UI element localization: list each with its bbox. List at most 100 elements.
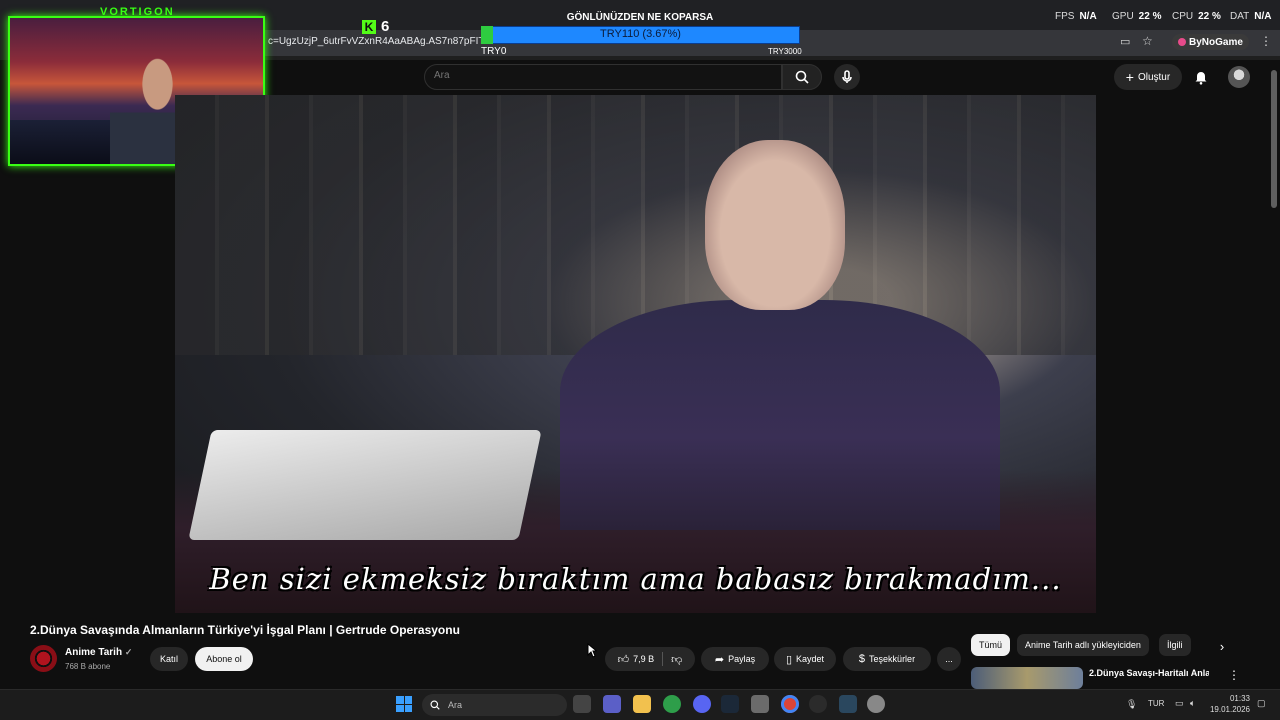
language-indicator[interactable]: TUR: [1148, 699, 1164, 708]
chevron-right-icon[interactable]: ›: [1212, 636, 1232, 656]
video-frame-figure-body: [560, 300, 1000, 530]
notification-center-icon[interactable]: ▢: [1257, 698, 1266, 709]
thumbs-up-icon[interactable]: 👍︎: [618, 653, 630, 666]
url-text[interactable]: c=UgzUzjP_6utrFvVZxnR4AaABAg.AS7n87pFITv…: [268, 36, 483, 47]
subscriber-count: 768 B abone: [65, 662, 111, 671]
browser-menu-icon[interactable]: ⋮: [1260, 34, 1272, 48]
taskbar-search-placeholder: Ara: [448, 700, 463, 710]
more-actions-icon: ...: [945, 654, 953, 664]
video-title: 2.Dünya Savaşında Almanların Türkiye'yi …: [30, 623, 460, 637]
app-icon[interactable]: [751, 695, 769, 713]
chip-all[interactable]: Tümü: [971, 634, 1011, 656]
gpu-stat: GPU 22 %: [1112, 11, 1161, 22]
task-view-icon[interactable]: [573, 695, 591, 713]
chip-related-label: İlgili: [1167, 640, 1183, 650]
thanks-icon: $: [858, 653, 866, 665]
steam-alt-icon[interactable]: [839, 695, 857, 713]
chip-uploader[interactable]: Anime Tarih adlı yükleyiciden: [1017, 634, 1149, 656]
kick-count: 6: [381, 18, 390, 35]
channel-name-text: Anime Tarih: [65, 647, 123, 658]
kick-counter: K 6: [362, 18, 389, 35]
webcam-label: VORTIGON: [100, 6, 175, 18]
thanks-button[interactable]: $ Teşekkürler: [843, 647, 931, 671]
share-button[interactable]: ➦ Paylaş: [701, 647, 769, 671]
like-dislike-group[interactable]: 👍︎ 7,9 B 👎︎: [605, 647, 695, 671]
join-label: Katıl: [159, 654, 178, 664]
search-icon: [795, 70, 809, 84]
taskbar-search[interactable]: Ara: [422, 694, 567, 716]
network-icon[interactable]: ▭: [1175, 698, 1184, 709]
like-divider: [662, 652, 664, 666]
fps-label: FPS: [1055, 11, 1075, 22]
teams-icon[interactable]: [603, 695, 621, 713]
recommended-thumbnail[interactable]: [971, 667, 1083, 689]
create-button[interactable]: + Oluştur: [1114, 64, 1182, 90]
taskbar-search-icon: [430, 700, 440, 710]
share-icon: ➦: [714, 653, 725, 666]
system-clock[interactable]: 01:33 19.01.2026: [1208, 693, 1250, 715]
channel-name[interactable]: Anime Tarih ✓: [65, 647, 132, 658]
dat-stat: DAT N/A: [1230, 11, 1272, 22]
subscribe-label: Abone ol: [206, 654, 242, 664]
microphone-tray-icon[interactable]: 🎙︎: [1126, 699, 1137, 710]
donation-min-label: TRY0: [481, 46, 507, 57]
video-frame-open-book: [188, 430, 542, 540]
kick-logo-icon: K: [362, 19, 376, 34]
chrome-active-icon[interactable]: [781, 695, 799, 713]
brand-extension[interactable]: ByNoGame: [1172, 34, 1249, 50]
search-input[interactable]: [434, 70, 734, 81]
volume-icon[interactable]: 🔈︎: [1190, 698, 1195, 709]
join-button[interactable]: Katıl: [150, 647, 188, 671]
page-scrollbar[interactable]: [1271, 70, 1277, 208]
gpu-value: 22 %: [1138, 11, 1162, 22]
settings-icon[interactable]: [867, 695, 885, 713]
recommended-title[interactable]: 2.Dünya Savaşı-Haritalı Anlatım-Tek Part…: [1089, 668, 1209, 678]
more-actions-button[interactable]: ...: [937, 647, 961, 671]
cpu-label: CPU: [1172, 11, 1194, 22]
cpu-value: 22 %: [1198, 11, 1221, 22]
clock-time: 01:33: [1229, 694, 1250, 703]
chip-all-label: Tümü: [979, 640, 1003, 650]
donation-progress-label: TRY110 (3.67%): [600, 28, 681, 40]
mouse-cursor-icon: [587, 643, 597, 658]
notifications-button[interactable]: [1190, 66, 1212, 88]
windows-start-icon[interactable]: [396, 696, 412, 712]
thumbs-down-icon[interactable]: 👎︎: [671, 653, 682, 666]
video-frame-figure-head: [705, 140, 845, 310]
dat-value: N/A: [1254, 11, 1272, 22]
voice-search-button[interactable]: [834, 64, 860, 90]
verified-icon: ✓: [124, 647, 133, 657]
dat-label: DAT: [1230, 11, 1250, 22]
brand-label: ByNoGame: [1189, 36, 1243, 48]
fps-stat: FPS N/A: [1055, 11, 1097, 22]
bookmark-icon: ▯: [785, 653, 793, 666]
brand-logo-icon: [1178, 38, 1186, 46]
subscribe-button[interactable]: Abone ol: [195, 647, 253, 671]
microphone-icon: [842, 70, 852, 83]
share-label: Paylaş: [728, 654, 756, 664]
chip-related[interactable]: İlgili: [1159, 634, 1191, 656]
discord-icon[interactable]: [693, 695, 711, 713]
account-avatar[interactable]: [1228, 66, 1250, 88]
gpu-label: GPU: [1112, 11, 1134, 22]
bookmark-star-icon[interactable]: ☆: [1142, 34, 1153, 48]
thanks-label: Teşekkürler: [869, 654, 916, 664]
channel-avatar[interactable]: [30, 645, 57, 672]
file-explorer-icon[interactable]: [633, 695, 651, 713]
create-label: Oluştur: [1137, 71, 1171, 83]
cpu-stat: CPU 22 %: [1172, 11, 1221, 22]
video-subtitle: Ben sizi ekmeksiz bıraktım ama babasız b…: [209, 562, 1062, 596]
save-label: Kaydet: [796, 654, 825, 664]
cast-icon[interactable]: ▭: [1120, 35, 1130, 48]
steam-icon[interactable]: [721, 695, 739, 713]
fps-value: N/A: [1079, 11, 1097, 22]
bell-icon: [1195, 72, 1207, 85]
clock-date: 19.01.2026: [1209, 705, 1250, 714]
chip-uploader-label: Anime Tarih adlı yükleyiciden: [1025, 640, 1141, 650]
save-button[interactable]: ▯ Kaydet: [774, 647, 836, 671]
chrome-icon[interactable]: [663, 695, 681, 713]
recommended-menu-icon[interactable]: ⋮: [1228, 668, 1240, 682]
plus-icon: +: [1125, 69, 1134, 85]
search-button[interactable]: [782, 64, 822, 90]
obs-icon[interactable]: [809, 695, 827, 713]
